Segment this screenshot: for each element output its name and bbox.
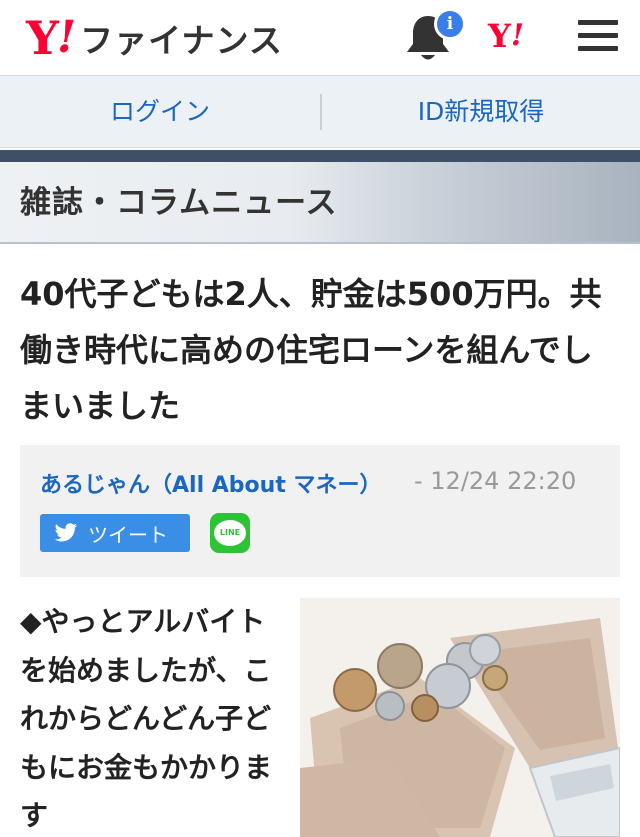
section-divider-bar	[0, 150, 640, 162]
tweet-button[interactable]: ツイート	[40, 514, 190, 552]
yahoo-finance-logo[interactable]: Y ! ファイナンス	[26, 8, 283, 68]
notification-button[interactable]: i	[404, 6, 466, 66]
notification-badge: i	[434, 8, 466, 40]
article-date: - 12/24 22:20	[414, 467, 577, 495]
hamburger-menu-icon[interactable]	[576, 16, 622, 56]
logo-bang: !	[56, 12, 77, 63]
tweet-label: ツイート	[88, 522, 168, 547]
menu-bar-top	[578, 20, 618, 25]
article-meta: あるじゃん（All About マネー） - 12/24 22:20 ツイート …	[20, 445, 620, 577]
auth-bar: ログイン ID新規取得	[0, 76, 640, 148]
yahoo-mini-y: Y	[488, 17, 511, 55]
line-share-button[interactable]: LINE	[210, 513, 250, 553]
article-image	[300, 598, 620, 837]
twitter-bird-icon	[54, 523, 78, 542]
yahoo-logo-icon[interactable]: Y !	[488, 16, 524, 56]
yahoo-mini-bang: !	[510, 18, 525, 53]
menu-bar-bottom	[578, 46, 618, 51]
menu-bar-middle	[578, 33, 618, 38]
site-header: Y ! ファイナンス i Y !	[0, 0, 640, 76]
logo-text: ファイナンス	[80, 21, 283, 60]
line-icon: LINE	[214, 520, 246, 546]
money-coins-image	[300, 598, 620, 837]
login-link[interactable]: ログイン	[0, 76, 320, 148]
article-source-link[interactable]: あるじゃん（All About マネー）	[40, 467, 382, 499]
section-title: 雑誌・コラムニュース	[20, 185, 338, 221]
section-header: 雑誌・コラムニュース	[0, 162, 640, 244]
article-lead: ◆やっとアルバイトを始めましたが、これからどんどん子どもにお金もかかります	[20, 605, 273, 832]
logo-y: Y	[26, 11, 59, 65]
article-title: 40代子どもは2人、貯金は500万円。共働き時代に高めの住宅ローンを組んでしまい…	[20, 275, 602, 425]
register-link[interactable]: ID新規取得	[322, 76, 640, 148]
